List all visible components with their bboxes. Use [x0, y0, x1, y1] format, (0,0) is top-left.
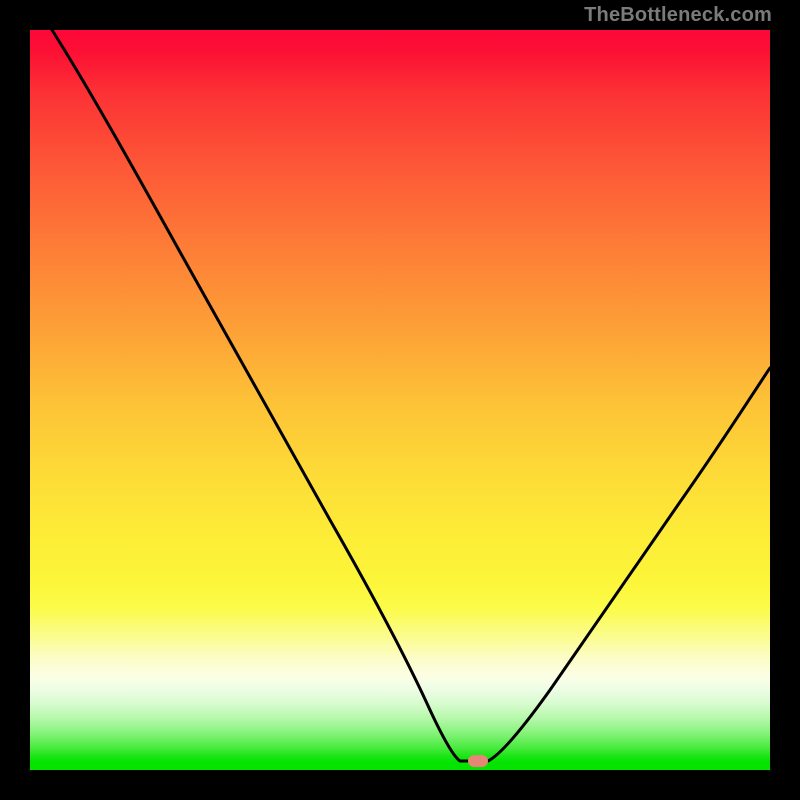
bottleneck-curve [52, 30, 770, 761]
plot-area [30, 30, 770, 770]
chart-frame: TheBottleneck.com [0, 0, 800, 800]
curve-layer [30, 30, 770, 770]
optimal-marker [468, 755, 488, 767]
watermark-text: TheBottleneck.com [584, 4, 772, 27]
